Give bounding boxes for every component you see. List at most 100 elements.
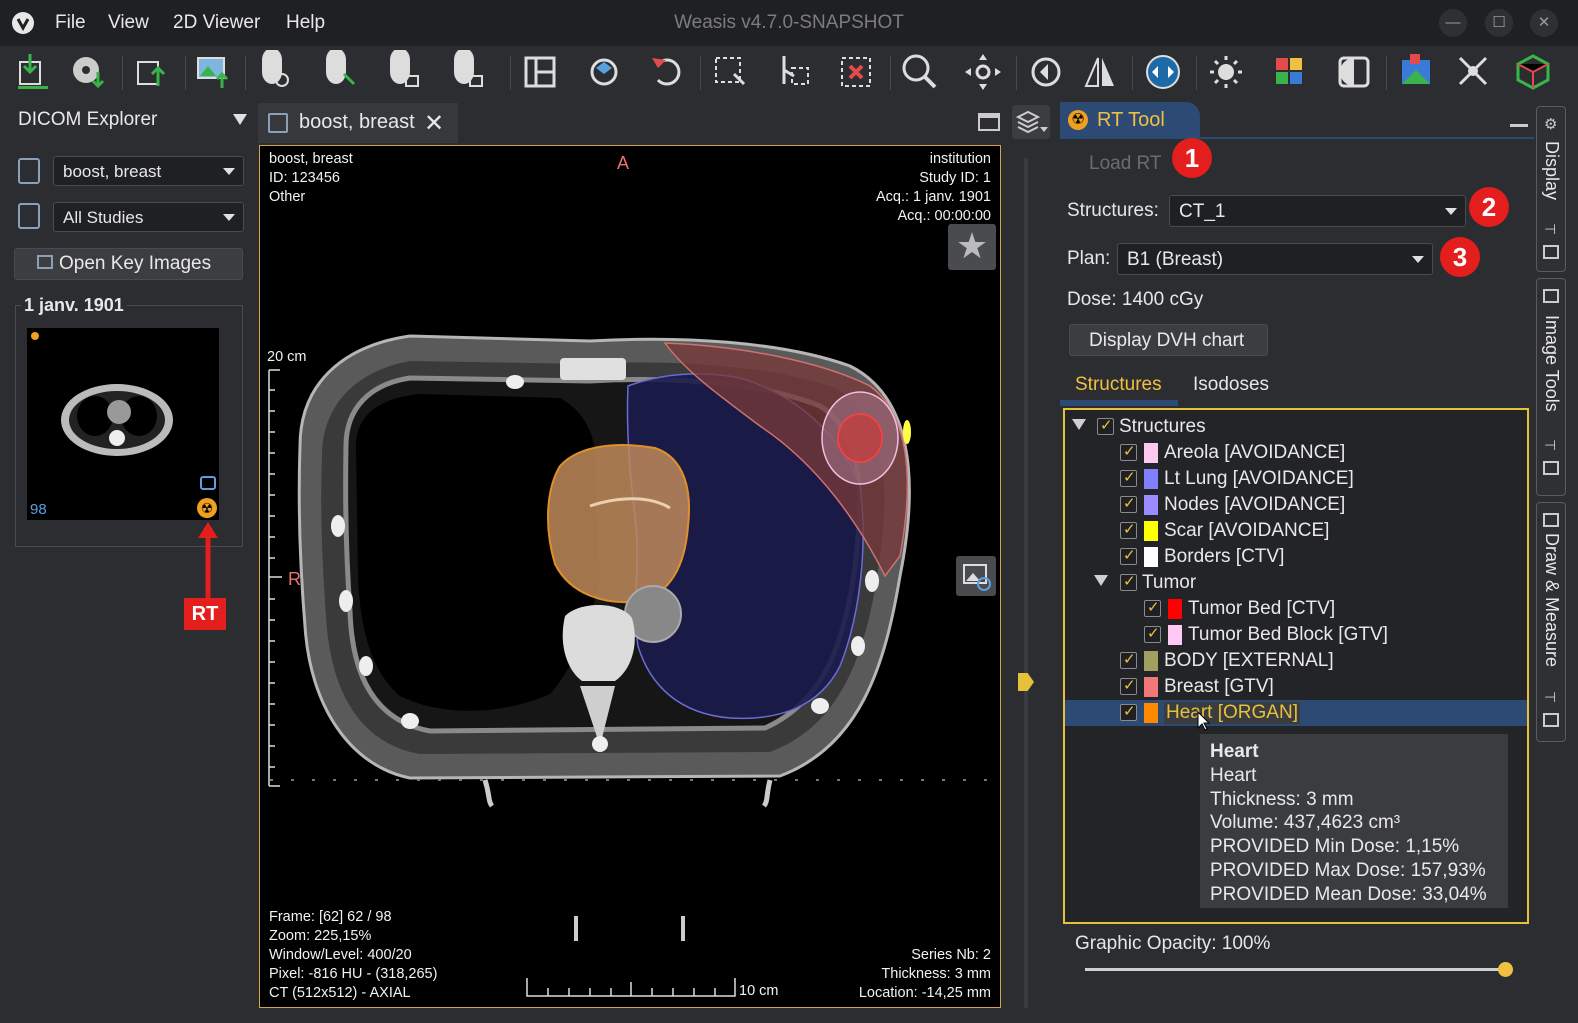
dock-tab-image-tools[interactable]: Image Tools ⊣ bbox=[1536, 278, 1566, 496]
structure-color-swatch bbox=[1144, 469, 1158, 489]
tab-structures[interactable]: Structures bbox=[1075, 374, 1162, 396]
synchronise-icon[interactable] bbox=[584, 50, 626, 94]
minimize-icon[interactable]: — bbox=[1439, 9, 1467, 37]
structure-label: Scar [AVOIDANCE] bbox=[1164, 520, 1330, 541]
structure-checkbox[interactable] bbox=[1120, 468, 1137, 487]
tree-group-tumor[interactable]: Tumor bbox=[1065, 570, 1527, 596]
structure-row[interactable]: BODY [EXTERNAL] bbox=[1065, 648, 1527, 674]
structure-row[interactable]: Lt Lung [AVOIDANCE] bbox=[1065, 466, 1527, 492]
structure-color-swatch bbox=[1144, 677, 1158, 697]
viewer-tab[interactable]: boost, breast ✕ bbox=[258, 103, 458, 143]
dock-tab-draw-measure[interactable]: Draw & Measure ⊣ bbox=[1536, 502, 1566, 742]
key-image-overlay-icon[interactable] bbox=[956, 556, 996, 596]
maximize-icon[interactable]: ☐ bbox=[1485, 9, 1513, 37]
star-key-image-icon[interactable]: ★ bbox=[948, 224, 996, 270]
callout-badge-1: 1 bbox=[1172, 138, 1212, 178]
chevron-down-icon bbox=[223, 214, 235, 221]
radiation-icon: ☢ bbox=[197, 498, 217, 518]
restore-icon bbox=[1543, 713, 1559, 727]
dose-value: Dose: 1400 cGy bbox=[1067, 289, 1204, 310]
series-thumbnail[interactable]: 98 ☢ bbox=[27, 328, 219, 520]
rt-tool-tab[interactable]: ☢ RT Tool bbox=[1060, 102, 1200, 138]
structure-checkbox[interactable] bbox=[1120, 520, 1137, 539]
zoom-icon[interactable] bbox=[898, 50, 940, 94]
open-key-images-button[interactable]: Open Key Images bbox=[14, 248, 243, 280]
mpr-icon[interactable] bbox=[1396, 50, 1438, 94]
chevron-down-icon bbox=[1445, 208, 1457, 215]
3d-view-icon[interactable] bbox=[1512, 50, 1554, 94]
plan-combo[interactable]: B1 (Breast) bbox=[1117, 243, 1433, 275]
reset-icon[interactable] bbox=[646, 50, 688, 94]
explorer-title: DICOM Explorer bbox=[18, 109, 158, 130]
export-dicom-icon[interactable] bbox=[130, 50, 172, 94]
structure-row[interactable]: Nodes [AVOIDANCE] bbox=[1065, 492, 1527, 518]
close-tab-icon[interactable]: ✕ bbox=[424, 109, 444, 138]
export-image-icon[interactable] bbox=[192, 50, 234, 94]
layers-menu-icon[interactable] bbox=[1012, 105, 1050, 139]
structure-row[interactable]: Heart [ORGAN] bbox=[1065, 700, 1527, 726]
brightness-icon[interactable] bbox=[1206, 50, 1248, 94]
tab-isodoses[interactable]: Isodoses bbox=[1193, 374, 1269, 396]
studies-combo[interactable]: All Studies bbox=[53, 202, 244, 232]
lut-icon[interactable] bbox=[1270, 50, 1312, 94]
mouse-zoom-icon[interactable] bbox=[254, 48, 296, 94]
mouse-cursor-icon bbox=[1197, 710, 1211, 731]
inverse-lut-icon[interactable] bbox=[1334, 50, 1376, 94]
mouse-scroll-icon[interactable] bbox=[382, 48, 424, 94]
panel-splitter[interactable] bbox=[1024, 158, 1028, 1008]
key-image-icon bbox=[37, 255, 53, 269]
image-viewer[interactable]: boost, breast ID: 123456 Other instituti… bbox=[259, 145, 1001, 1008]
splitter-arrow-icon[interactable] bbox=[1018, 673, 1034, 691]
structure-checkbox[interactable] bbox=[1144, 624, 1161, 643]
key-image-icon bbox=[200, 476, 216, 490]
pan-icon[interactable] bbox=[962, 50, 1004, 94]
structure-tooltip: Heart Heart Thickness: 3 mm Volume: 437,… bbox=[1199, 733, 1509, 909]
structure-row[interactable]: Areola [AVOIDANCE] bbox=[1065, 440, 1527, 466]
structure-label: BODY [EXTERNAL] bbox=[1164, 650, 1334, 671]
display-dvh-chart-button[interactable]: Display DVH chart bbox=[1069, 324, 1268, 356]
dock-tab-display[interactable]: ⚙ Display ⊣ bbox=[1536, 106, 1566, 272]
rotate-icon[interactable] bbox=[1026, 50, 1068, 94]
structure-checkbox[interactable] bbox=[1120, 442, 1137, 461]
minimize-panel-icon[interactable] bbox=[1510, 124, 1528, 127]
import-cd-icon[interactable] bbox=[68, 50, 110, 94]
structure-color-swatch bbox=[1144, 547, 1158, 567]
structure-row[interactable]: Borders [CTV] bbox=[1065, 544, 1527, 570]
close-icon[interactable]: ✕ bbox=[1530, 9, 1558, 37]
structure-row[interactable]: Tumor Bed Block [GTV] bbox=[1065, 622, 1527, 648]
opacity-slider-track[interactable] bbox=[1085, 968, 1505, 971]
select-tool-icon[interactable] bbox=[774, 50, 816, 94]
expand-icon[interactable] bbox=[1072, 419, 1086, 430]
structure-row[interactable]: Scar [AVOIDANCE] bbox=[1065, 518, 1527, 544]
chevron-down-icon bbox=[1412, 256, 1424, 263]
structure-label: Breast [GTV] bbox=[1164, 676, 1274, 697]
maximize-viewer-icon[interactable] bbox=[978, 113, 1000, 131]
structures-checkbox[interactable] bbox=[1097, 416, 1114, 435]
flip-icon[interactable] bbox=[1080, 50, 1122, 94]
import-dicom-icon[interactable] bbox=[12, 50, 54, 94]
load-rt-button[interactable]: Load RT bbox=[1089, 153, 1162, 175]
structures-combo[interactable]: CT_1 bbox=[1169, 195, 1466, 227]
layout-icon[interactable] bbox=[520, 50, 562, 94]
delete-selection-icon[interactable] bbox=[836, 50, 878, 94]
overlay-bottom-right: Series Nb: 2 Thickness: 3 mm Location: -… bbox=[858, 947, 991, 1001]
mouse-pan-icon[interactable] bbox=[318, 48, 360, 94]
opacity-slider-thumb[interactable] bbox=[1498, 962, 1513, 977]
sync-views-icon[interactable] bbox=[1142, 50, 1184, 94]
structure-row[interactable]: Breast [GTV] bbox=[1065, 674, 1527, 700]
structure-checkbox[interactable] bbox=[1120, 702, 1137, 721]
explorer-menu-chevron-icon[interactable] bbox=[233, 114, 247, 125]
tree-root[interactable]: Structures bbox=[1065, 414, 1527, 440]
structure-row[interactable]: Tumor Bed [CTV] bbox=[1065, 596, 1527, 622]
cross-line-icon[interactable] bbox=[1452, 50, 1494, 94]
structure-checkbox[interactable] bbox=[1144, 598, 1161, 617]
structure-checkbox[interactable] bbox=[1120, 650, 1137, 669]
expand-icon[interactable] bbox=[1094, 575, 1108, 586]
select-roi-icon[interactable] bbox=[710, 50, 752, 94]
structure-checkbox[interactable] bbox=[1120, 676, 1137, 695]
structure-checkbox[interactable] bbox=[1120, 546, 1137, 565]
mouse-layers-icon[interactable] bbox=[446, 48, 488, 94]
tumor-checkbox[interactable] bbox=[1120, 572, 1137, 591]
patient-combo[interactable]: boost, breast bbox=[53, 156, 244, 186]
structure-checkbox[interactable] bbox=[1120, 494, 1137, 513]
